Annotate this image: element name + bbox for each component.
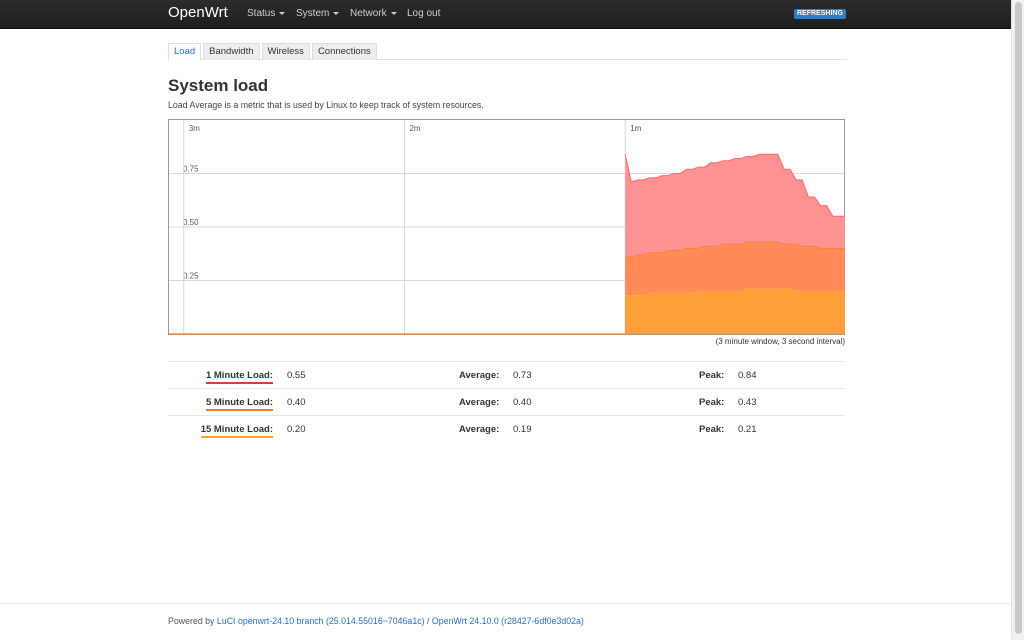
current-15min-value: 0.20 [287,424,306,435]
peak-label: Peak: [699,370,725,381]
tab-load[interactable]: Load [168,43,202,60]
x-tick-label: 3m [189,124,200,133]
scrollbar-thumb[interactable] [1015,2,1022,634]
y-tick-label: 0.50 [183,218,199,227]
footer-separator: / [427,616,430,626]
average-label: Average: [459,370,500,381]
luci-version-link[interactable]: LuCI openwrt-24.10 branch (25.014.55016~… [217,616,425,626]
average-5min-value: 0.40 [513,397,532,408]
y-tick-label: 0.25 [183,272,199,281]
chart-interval-note: (3 minute window, 3 second interval) [715,337,845,346]
page-title: System load [168,76,269,95]
page-scrollbar[interactable] [1011,0,1024,640]
x-tick-label: 1m [630,124,641,133]
menu-system[interactable]: System [296,8,340,19]
legend-15min-label: 15 Minute Load: [200,424,273,438]
current-5min-value: 0.40 [287,397,306,408]
x-tick-label: 2m [409,124,420,133]
tab-connections[interactable]: Connections [311,43,377,60]
legend-1min-label: 1 Minute Load: [205,370,273,384]
average-1min-value: 0.73 [513,370,532,381]
load-chart: 0.75 0.50 0.25 3m 2m 1m [168,119,846,336]
peak-5min-value: 0.43 [738,397,757,408]
tab-bandwidth[interactable]: Bandwidth [203,43,260,60]
menu-system-label: System [296,8,330,19]
menu-status[interactable]: Status [247,8,286,19]
average-label: Average: [459,424,500,435]
page-footer: Powered by LuCI openwrt-24.10 branch (25… [0,603,1011,640]
page-description: Load Average is a metric that is used by… [168,100,484,110]
average-label: Average: [459,397,500,408]
tab-wireless[interactable]: Wireless [261,43,310,60]
peak-1min-value: 0.84 [738,370,757,381]
caret-down-icon [279,11,286,15]
load-stats-table: 1 Minute Load: 0.55 Average: 0.73 Peak: … [168,361,845,442]
legend-5min-label: 5 Minute Load: [205,397,273,411]
average-15min-value: 0.19 [513,424,532,435]
stat-row-15min: 15 Minute Load: 0.20 Average: 0.19 Peak:… [168,415,845,442]
caret-down-icon [390,11,397,15]
caret-down-icon [333,11,340,15]
menu-logout[interactable]: Log out [407,8,440,19]
peak-label: Peak: [699,424,725,435]
top-navbar: OpenWrt Status System Network Log out RE… [0,0,1011,29]
refreshing-indicator[interactable]: REFRESHING [794,9,846,19]
brand-logo[interactable]: OpenWrt [168,4,228,21]
current-1min-value: 0.55 [287,370,306,381]
footer-prefix: Powered by [168,616,215,626]
menu-status-label: Status [247,8,276,19]
stat-row-1min: 1 Minute Load: 0.55 Average: 0.73 Peak: … [168,361,845,388]
peak-15min-value: 0.21 [738,424,757,435]
menu-logout-label: Log out [407,8,441,19]
tab-bar: Load Bandwidth Wireless Connections [168,43,847,60]
peak-label: Peak: [699,397,725,408]
menu-network-label: Network [350,8,387,19]
menu-network[interactable]: Network [350,8,397,19]
openwrt-version-link[interactable]: OpenWrt 24.10.0 (r28427-6df0e3d02a) [432,616,584,626]
y-tick-label: 0.75 [183,165,199,174]
stat-row-5min: 5 Minute Load: 0.40 Average: 0.40 Peak: … [168,388,845,415]
series-area-2 [625,289,845,334]
load-chart-svg: 0.75 0.50 0.25 3m 2m 1m [169,120,846,336]
footer-text: Powered by LuCI openwrt-24.10 branch (25… [168,616,584,626]
